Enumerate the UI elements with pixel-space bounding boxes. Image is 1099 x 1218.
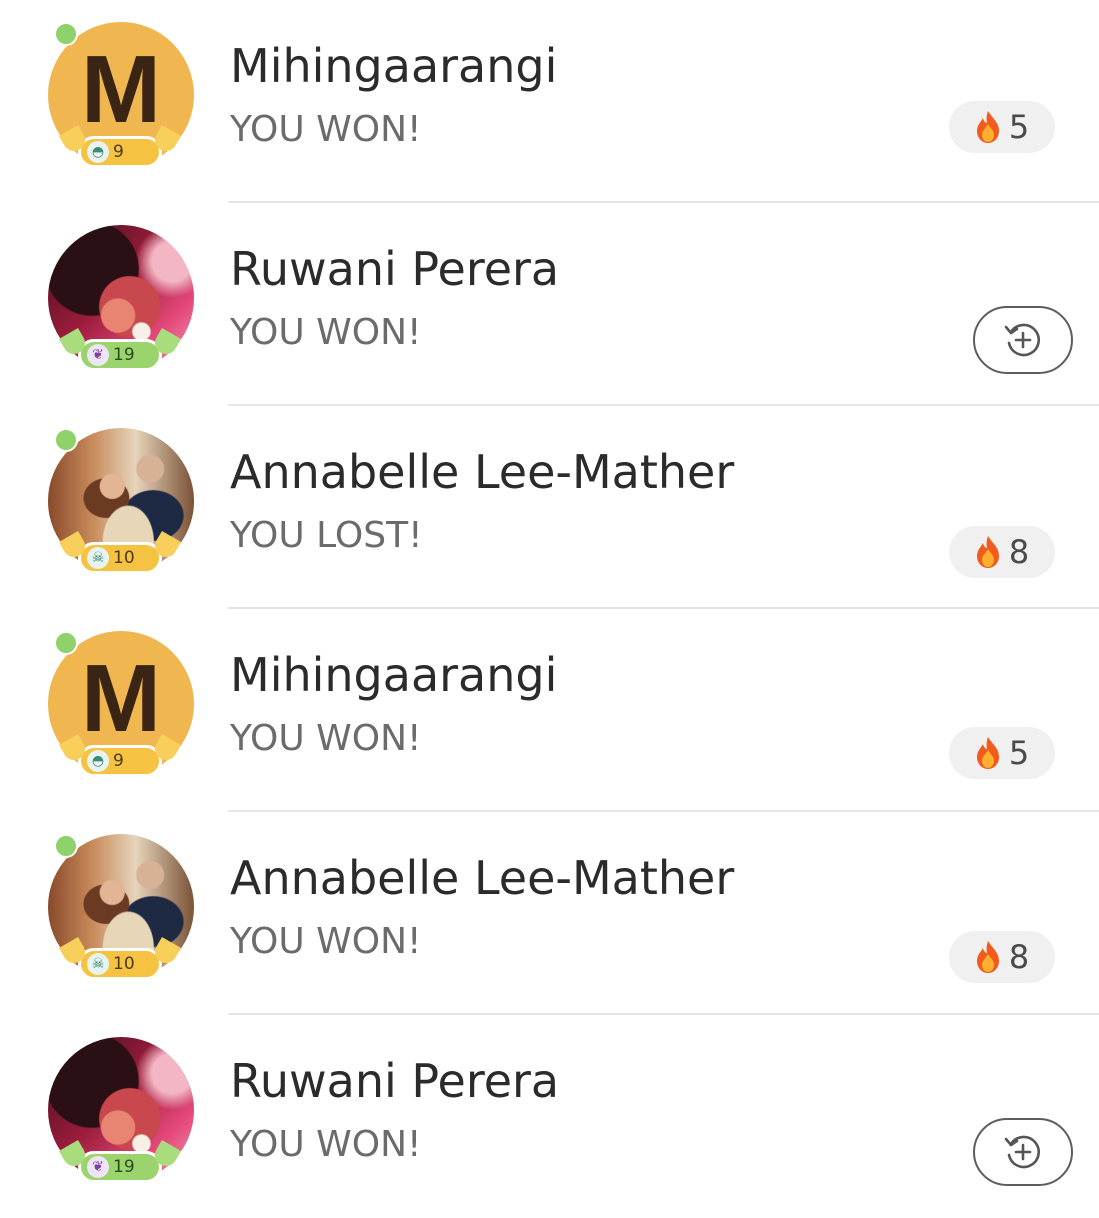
match-row[interactable]: ❦ 19 Ruwani Perera YOU WON! [0, 1015, 1099, 1218]
online-status-dot [54, 834, 78, 858]
opponent-name: Ruwani Perera [230, 1054, 560, 1108]
match-result: YOU LOST! [230, 515, 423, 556]
level-number: 19 [113, 345, 135, 365]
rematch-icon [1004, 323, 1040, 357]
level-badge: ◓ 9 [58, 733, 182, 777]
streak-count: 5 [1008, 108, 1030, 146]
match-row[interactable]: M ◓ 9 Mihingaarangi YOU WON! 5 [0, 609, 1099, 812]
avatar[interactable]: ❦ 19 [48, 1037, 194, 1183]
online-status-dot [54, 22, 78, 46]
level-badge: ☠ 10 [58, 530, 182, 574]
level-number: 10 [113, 954, 135, 974]
match-row[interactable]: M ◓ 9 Mihingaarangi YOU WON! 5 [0, 0, 1099, 203]
match-row[interactable]: ☠ 10 Annabelle Lee-Mather YOU WON! 8 [0, 812, 1099, 1015]
match-row[interactable]: ☠ 10 Annabelle Lee-Mather YOU LOST! 8 [0, 406, 1099, 609]
opponent-name: Ruwani Perera [230, 242, 560, 296]
streak-badge: 5 [949, 727, 1055, 779]
opponent-name: Mihingaarangi [230, 648, 558, 702]
avatar[interactable]: M ◓ 9 [48, 631, 194, 777]
fire-icon [976, 941, 999, 973]
turtle-shell-icon: ◓ [87, 750, 109, 772]
level-number: 9 [113, 142, 124, 162]
opponent-name: Annabelle Lee-Mather [230, 851, 735, 905]
match-result: YOU WON! [230, 718, 422, 759]
level-number: 19 [113, 1157, 135, 1177]
rematch-icon [1004, 1135, 1040, 1169]
skull-icon: ☠ [87, 953, 109, 975]
online-status-dot [54, 631, 78, 655]
purple-wings-icon: ❦ [87, 344, 109, 366]
match-row[interactable]: ❦ 19 Ruwani Perera YOU WON! [0, 203, 1099, 406]
avatar-letter: M [81, 36, 161, 143]
match-result: YOU WON! [230, 312, 422, 353]
opponent-name: Mihingaarangi [230, 39, 558, 93]
match-history-list: M ◓ 9 Mihingaarangi YOU WON! 5 ❦ 19 Ruwa… [0, 0, 1099, 1200]
rematch-button[interactable] [973, 306, 1073, 374]
avatar[interactable]: M ◓ 9 [48, 22, 194, 168]
avatar[interactable]: ☠ 10 [48, 428, 194, 574]
fire-icon [976, 536, 999, 568]
fire-icon [976, 111, 999, 143]
level-number: 10 [113, 548, 135, 568]
streak-count: 8 [1008, 938, 1030, 976]
avatar-letter: M [81, 645, 161, 752]
streak-count: 8 [1008, 533, 1030, 571]
level-badge: ❦ 19 [58, 327, 182, 371]
turtle-shell-icon: ◓ [87, 141, 109, 163]
level-badge: ❦ 19 [58, 1139, 182, 1183]
match-result: YOU WON! [230, 1124, 422, 1165]
online-status-dot [54, 428, 78, 452]
skull-icon: ☠ [87, 547, 109, 569]
streak-badge: 8 [949, 931, 1055, 983]
streak-badge: 5 [949, 101, 1055, 153]
opponent-name: Annabelle Lee-Mather [230, 445, 735, 499]
level-number: 9 [113, 751, 124, 771]
streak-badge: 8 [949, 526, 1055, 578]
match-result: YOU WON! [230, 921, 422, 962]
fire-icon [976, 737, 999, 769]
match-result: YOU WON! [230, 109, 422, 150]
streak-count: 5 [1008, 734, 1030, 772]
avatar[interactable]: ❦ 19 [48, 225, 194, 371]
level-badge: ☠ 10 [58, 936, 182, 980]
avatar[interactable]: ☠ 10 [48, 834, 194, 980]
level-badge: ◓ 9 [58, 124, 182, 168]
purple-wings-icon: ❦ [87, 1156, 109, 1178]
rematch-button[interactable] [973, 1118, 1073, 1186]
